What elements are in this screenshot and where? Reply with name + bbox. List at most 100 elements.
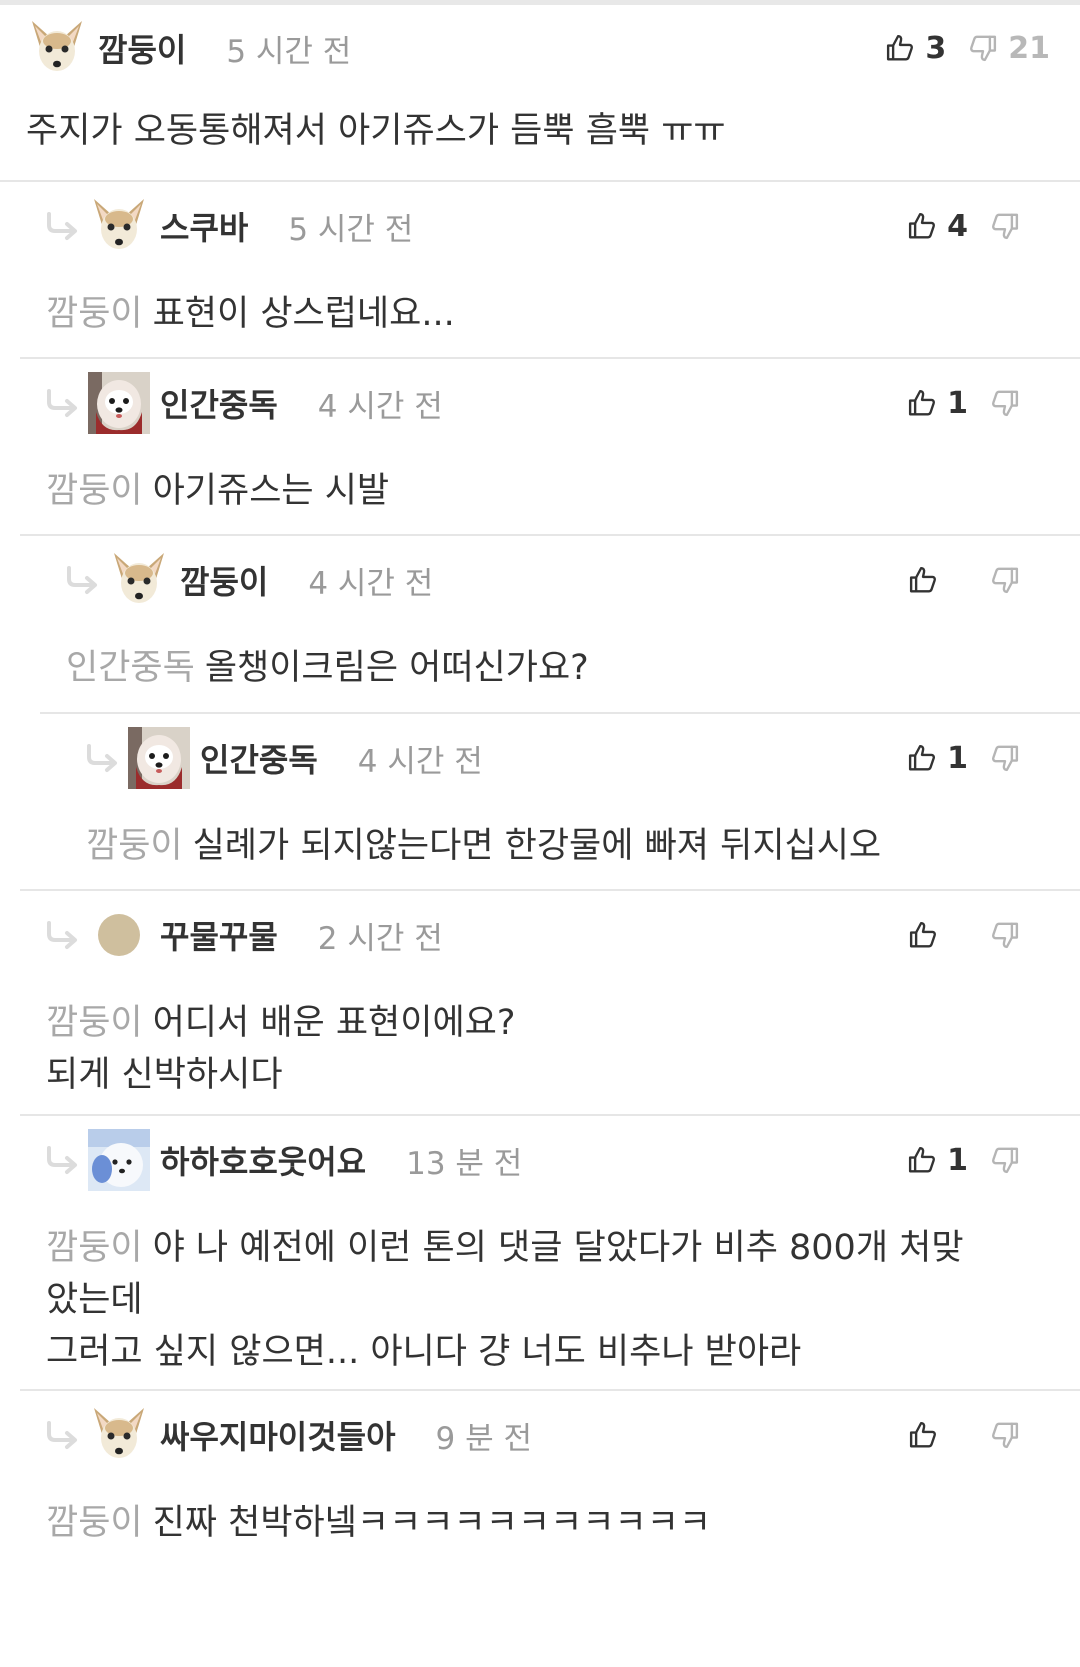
author-name[interactable]: 인간중독 bbox=[160, 380, 278, 426]
comment-header: 꾸물꾸물 2 시간 전 bbox=[42, 900, 443, 970]
comment-item: 인간중독 4 시간 전 1 깜둥이 실례가 되지않는다면 한강물에 빠져 뒤지십시오 bbox=[0, 715, 1080, 891]
comment-line: 주지가 오동통해져서 아기쥬스가 듬뿍 흠뿍 ㅠㅠ bbox=[26, 105, 1040, 157]
vote-controls bbox=[886, 1400, 1050, 1470]
chihuahua-avatar bbox=[26, 17, 88, 79]
reply-arrow-icon bbox=[42, 1140, 82, 1180]
thumbs-up-icon bbox=[907, 211, 937, 241]
mention-tag[interactable]: 깜둥이 bbox=[46, 1503, 143, 1543]
comment-body: 깜둥이 어디서 배운 표현이에요? 되게 신박하시다 bbox=[46, 997, 1040, 1101]
thumbs-down-icon bbox=[990, 743, 1020, 773]
reply-arrow-icon bbox=[42, 915, 82, 955]
reply-arrow-icon bbox=[42, 1415, 82, 1455]
dog-photo-avatar bbox=[128, 727, 190, 789]
like-button[interactable] bbox=[908, 1420, 968, 1450]
comment-header: 인간중독 4 시간 전 bbox=[82, 723, 483, 793]
comment-body: 깜둥이 진짜 천박하넼ㅋㅋㅋㅋㅋㅋㅋㅋㅋㅋㅋ bbox=[46, 1497, 1040, 1549]
like-button[interactable]: 4 bbox=[907, 209, 968, 244]
like-button[interactable]: 1 bbox=[907, 1143, 968, 1178]
thumbs-up-icon bbox=[908, 565, 938, 595]
reply-arrow-icon bbox=[42, 206, 82, 246]
dislike-button[interactable] bbox=[990, 388, 1050, 418]
comment-header: 스쿠바 5 시간 전 bbox=[42, 191, 413, 261]
mention-tag[interactable]: 인간중독 bbox=[66, 648, 195, 688]
author-name[interactable]: 스쿠바 bbox=[160, 203, 248, 249]
author-name[interactable]: 인간중독 bbox=[200, 735, 318, 781]
timestamp: 4 시간 전 bbox=[317, 388, 443, 425]
mention-tag[interactable]: 깜둥이 bbox=[46, 294, 143, 334]
like-button[interactable]: 1 bbox=[907, 741, 968, 776]
reply-arrow-icon bbox=[42, 383, 82, 423]
comment-body: 깜둥이 실례가 되지않는다면 한강물에 빠져 뒤지십시오 bbox=[86, 820, 1040, 872]
reply-arrow-icon bbox=[82, 738, 122, 778]
dislike-button[interactable] bbox=[990, 920, 1050, 950]
reply-arrow-icon bbox=[62, 560, 102, 600]
comment-divider bbox=[20, 1389, 1080, 1391]
thumbs-down-icon bbox=[990, 1420, 1020, 1450]
thumbs-down-icon bbox=[990, 565, 1020, 595]
comment-text: 진짜 천박하넼ㅋㅋㅋㅋㅋㅋㅋㅋㅋㅋㅋ bbox=[152, 1503, 712, 1543]
avatar[interactable] bbox=[126, 725, 192, 791]
comment-header: 인간중독 4 시간 전 bbox=[42, 368, 443, 438]
dislike-button[interactable] bbox=[990, 211, 1050, 241]
like-button[interactable] bbox=[908, 920, 968, 950]
white-dog-avatar bbox=[88, 1129, 150, 1191]
avatar[interactable] bbox=[86, 1127, 152, 1193]
vote-controls: 4 bbox=[885, 191, 1050, 261]
timestamp: 5 시간 전 bbox=[288, 211, 414, 248]
vote-controls: 1 bbox=[885, 723, 1050, 793]
like-button[interactable]: 3 bbox=[885, 31, 946, 66]
dislike-button[interactable] bbox=[990, 743, 1050, 773]
comment-item: 꾸물꾸물 2 시간 전깜둥이 어디서 배운 표현이에요? 되게 신박하시다 bbox=[0, 892, 1080, 1116]
timestamp: 2 시간 전 bbox=[317, 920, 443, 957]
like-count: 1 bbox=[947, 1142, 968, 1178]
chihuahua-avatar bbox=[108, 549, 170, 611]
thumbs-up-icon bbox=[885, 33, 915, 63]
comment-text: 되게 신박하시다 bbox=[46, 1055, 283, 1095]
mention-tag[interactable]: 깜둥이 bbox=[46, 471, 143, 511]
comment-text: 올챙이크림은 어떠신가요? bbox=[204, 648, 589, 688]
comment-item: 싸우지마이것들아 9 분 전 깜둥이 진짜 천박하넼ㅋㅋㅋㅋㅋㅋㅋㅋㅋㅋㅋ bbox=[0, 1392, 1080, 1667]
comment-header: 깜둥이 4 시간 전 bbox=[62, 545, 433, 615]
dislike-button[interactable] bbox=[990, 1145, 1050, 1175]
like-button[interactable] bbox=[908, 565, 968, 595]
comment-divider bbox=[20, 1114, 1080, 1116]
like-button[interactable]: 1 bbox=[907, 386, 968, 421]
vote-controls bbox=[886, 545, 1050, 615]
vote-controls: 1 bbox=[885, 1125, 1050, 1195]
comment-line: 깜둥이 실례가 되지않는다면 한강물에 빠져 뒤지십시오 bbox=[86, 820, 1040, 872]
mention-tag[interactable]: 깜둥이 bbox=[86, 826, 183, 866]
comment-text: 어디서 배운 표현이에요? bbox=[152, 1003, 516, 1043]
comment-body: 깜둥이 야 나 예전에 이런 톤의 댓글 달았다가 비추 800개 처맞 았는데 그러… bbox=[46, 1222, 1040, 1378]
dislike-button[interactable] bbox=[990, 565, 1050, 595]
avatar[interactable] bbox=[86, 902, 152, 968]
comment-thread: 깜둥이 5 시간 전 3 21 주지가 오동통해져서 아기쥬스가 듬뿍 흠뿍 ㅠㅠ 스쿠바… bbox=[0, 0, 1080, 1667]
author-name[interactable]: 깜둥이 bbox=[180, 557, 268, 603]
avatar[interactable] bbox=[24, 15, 90, 81]
comment-line: 았는데 bbox=[46, 1274, 1040, 1326]
author-name[interactable]: 하하호호웃어요 bbox=[160, 1137, 366, 1183]
avatar[interactable] bbox=[86, 193, 152, 259]
comment-line: 깜둥이 어디서 배운 표현이에요? bbox=[46, 997, 1040, 1049]
timestamp: 5 시간 전 bbox=[226, 33, 352, 70]
like-count: 1 bbox=[947, 740, 968, 776]
dislike-button[interactable] bbox=[990, 1420, 1050, 1450]
mention-tag[interactable]: 깜둥이 bbox=[46, 1228, 143, 1268]
like-count: 4 bbox=[947, 208, 968, 244]
thumbs-down-icon bbox=[968, 33, 998, 63]
author-name[interactable]: 싸우지마이것들아 bbox=[160, 1412, 396, 1458]
author-name[interactable]: 꾸물꾸물 bbox=[160, 912, 278, 958]
thumbs-up-icon bbox=[907, 1145, 937, 1175]
comment-divider bbox=[0, 180, 1080, 182]
comment-line: 깜둥이 진짜 천박하넼ㅋㅋㅋㅋㅋㅋㅋㅋㅋㅋㅋ bbox=[46, 1497, 1040, 1549]
comment-header: 깜둥이 5 시간 전 bbox=[24, 13, 351, 83]
timestamp: 13 분 전 bbox=[406, 1145, 523, 1182]
avatar[interactable] bbox=[86, 1402, 152, 1468]
comment-text: 실례가 되지않는다면 한강물에 빠져 뒤지십시오 bbox=[192, 826, 882, 866]
avatar[interactable] bbox=[106, 547, 172, 613]
timestamp: 4 시간 전 bbox=[308, 565, 434, 602]
mention-tag[interactable]: 깜둥이 bbox=[46, 1003, 143, 1043]
comment-text: 았는데 bbox=[46, 1280, 143, 1320]
avatar[interactable] bbox=[86, 370, 152, 436]
author-name[interactable]: 깜둥이 bbox=[98, 25, 186, 71]
dislike-button[interactable]: 21 bbox=[968, 31, 1050, 66]
